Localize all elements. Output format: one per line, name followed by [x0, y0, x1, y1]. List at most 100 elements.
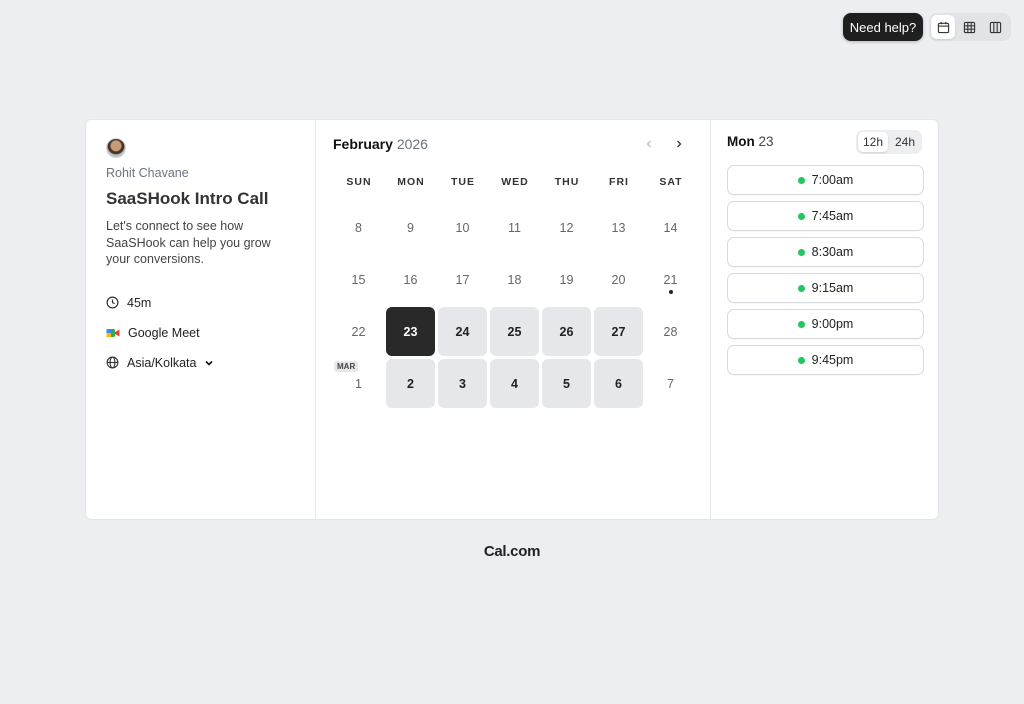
- calendar-day[interactable]: 25: [490, 307, 539, 356]
- globe-icon: [106, 356, 119, 369]
- column-view-button[interactable]: [983, 15, 1007, 39]
- day-number: 10: [455, 220, 470, 235]
- format-12h-button[interactable]: 12h: [858, 132, 888, 152]
- chevron-right-icon: [677, 140, 682, 148]
- chevron-down-icon: [205, 360, 214, 366]
- available-dot-icon: [797, 176, 805, 184]
- calendar-day: 28: [646, 307, 695, 356]
- day-number: 9: [407, 220, 414, 235]
- calendar-day: 13: [594, 203, 643, 252]
- timeslot-button[interactable]: 9:15am: [727, 273, 924, 303]
- month-header: February 2026: [333, 136, 428, 152]
- day-number: 26: [559, 324, 574, 339]
- host-name: Rohit Chavane: [106, 166, 189, 180]
- column-view-icon: [989, 21, 1001, 33]
- event-info-panel: Rohit Chavane SaaSHook Intro Call Let's …: [86, 120, 316, 519]
- day-number: 11: [508, 220, 521, 235]
- day-number: 28: [663, 324, 678, 339]
- calendar-day[interactable]: 24: [438, 307, 487, 356]
- month-view-button[interactable]: [931, 15, 955, 39]
- calendar-day: 10: [438, 203, 487, 252]
- day-number: 16: [403, 272, 418, 287]
- booking-card: Rohit Chavane SaaSHook Intro Call Let's …: [85, 119, 939, 520]
- calendar-day: 17: [438, 255, 487, 304]
- calendar-day: 15: [334, 255, 383, 304]
- weekday-label: TUE: [451, 176, 475, 188]
- timeslot-button[interactable]: 8:30am: [727, 237, 924, 267]
- location-row: Google Meet: [106, 318, 295, 348]
- calendar-day: 14: [646, 203, 695, 252]
- timeslot-label: 7:00am: [811, 173, 854, 187]
- timeslot-list: 7:00am 7:45am 8:30am 9:15am 9:00pm 9:45pm: [727, 165, 924, 381]
- format-24h-button[interactable]: 24h: [890, 132, 920, 152]
- month-name: February: [333, 136, 393, 152]
- day-number: 2: [407, 376, 414, 391]
- day-number: 4: [511, 376, 518, 391]
- calendar-day: 22: [334, 307, 383, 356]
- timeslot-button[interactable]: 9:00pm: [727, 309, 924, 339]
- clock-icon: [106, 296, 119, 309]
- day-number: 5: [563, 376, 570, 391]
- today-dot: [668, 290, 673, 294]
- timeslot-label: 9:00pm: [811, 317, 854, 331]
- day-number: 3: [459, 376, 466, 391]
- prev-month-button[interactable]: [639, 134, 659, 154]
- calendar-day[interactable]: 26: [542, 307, 591, 356]
- day-number: 19: [559, 272, 574, 287]
- calendar-day: 21: [646, 255, 695, 304]
- calendar-day[interactable]: 4: [490, 359, 539, 408]
- timeslot-button[interactable]: 7:00am: [727, 165, 924, 195]
- calendar-day[interactable]: 3: [438, 359, 487, 408]
- timezone-row[interactable]: Asia/Kolkata: [106, 348, 295, 378]
- calendar-day: 18: [490, 255, 539, 304]
- selected-day-name: Mon: [727, 134, 755, 149]
- calendar-day[interactable]: 27: [594, 307, 643, 356]
- day-number: 24: [455, 324, 470, 339]
- calendar-day[interactable]: 2: [386, 359, 435, 408]
- calendar-day[interactable]: 5: [542, 359, 591, 408]
- day-number: 25: [507, 324, 522, 339]
- day-number: 7: [667, 376, 674, 391]
- day-number: 27: [611, 324, 626, 339]
- view-toggle: [929, 13, 1011, 41]
- month-view-icon: [937, 21, 949, 33]
- event-title: SaaSHook Intro Call: [106, 189, 269, 208]
- next-month-button[interactable]: [669, 134, 689, 154]
- calendar-day-selected[interactable]: 23: [386, 307, 435, 356]
- brand-logo: Cal.com: [483, 543, 541, 560]
- timeslot-label: 9:15am: [811, 281, 854, 295]
- timeslot-panel: Mon 23 12h 24h 7:00am 7:45am 8:30am 9:15am 9…: [711, 120, 938, 519]
- chevron-left-icon: [646, 140, 651, 148]
- selected-day-number: 23: [758, 134, 774, 149]
- avatar: [106, 138, 126, 158]
- year-label: 2026: [396, 136, 428, 152]
- timeslot-button[interactable]: 7:45am: [727, 201, 924, 231]
- day-number: 15: [351, 272, 366, 287]
- day-number: 22: [351, 324, 366, 339]
- timeslot-button[interactable]: 9:45pm: [727, 345, 924, 375]
- calendar-day: 20: [594, 255, 643, 304]
- week-view-button[interactable]: [957, 15, 981, 39]
- calendar-day: 1 MAR: [334, 359, 383, 408]
- week-view-icon: [963, 21, 975, 33]
- calendar-day: 12: [542, 203, 591, 252]
- calendar-day[interactable]: 6: [594, 359, 643, 408]
- google-meet-icon: [106, 328, 120, 337]
- selected-day-header: Mon 23: [727, 134, 774, 149]
- weekday-label: SUN: [346, 176, 372, 188]
- timeslot-label: 8:30am: [811, 245, 854, 259]
- day-number: 13: [611, 220, 626, 235]
- location-label: Google Meet: [128, 325, 200, 340]
- day-number: 21: [663, 272, 678, 287]
- weekday-label: FRI: [609, 176, 629, 188]
- weekday-label: THU: [554, 176, 580, 188]
- duration-label: 45m: [127, 295, 152, 310]
- event-description: Let's connect to see how SaaSHook can he…: [106, 219, 271, 266]
- calendar-day: 9: [386, 203, 435, 252]
- timezone-select[interactable]: Asia/Kolkata: [127, 356, 196, 370]
- available-dot-icon: [797, 212, 805, 220]
- need-help-button[interactable]: Need help?: [843, 13, 923, 41]
- calendar-panel: February 2026 SUN MON TUE WED THU FRI SAT 8 9 10…: [316, 120, 711, 519]
- calendar-day: 16: [386, 255, 435, 304]
- day-grid: 8 9 10 11 12 13 14 15 16 17 18 19 20 21 22 23 24 25 26 27 28…: [333, 202, 697, 410]
